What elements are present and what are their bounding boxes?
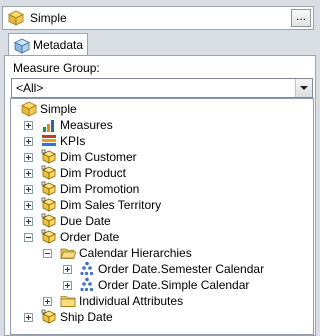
tree-node-label: Dim Customer	[60, 150, 137, 164]
metadata-tree[interactable]: Simple Measures KPIs Dim Customer Dim Pr…	[10, 98, 314, 335]
expand-icon[interactable]	[63, 265, 72, 274]
cube-name: Simple	[30, 11, 67, 25]
dimension-icon	[41, 229, 56, 244]
tree-node-dim-product[interactable]: Dim Product	[11, 165, 311, 181]
expand-icon[interactable]	[24, 169, 33, 178]
dimension-icon	[41, 149, 56, 164]
expand-icon[interactable]	[24, 313, 33, 322]
dimension-icon	[41, 197, 56, 212]
cube-icon	[21, 101, 37, 117]
dimension-icon	[41, 165, 56, 180]
tree-node-label: Ship Date	[60, 310, 113, 324]
tree-node-ship-date[interactable]: Ship Date	[11, 309, 311, 325]
dimension-icon	[41, 181, 56, 196]
metadata-cube-icon	[14, 38, 30, 54]
cube-selector[interactable]: Simple ...	[2, 6, 314, 30]
tree-node-measures[interactable]: Measures	[11, 117, 311, 133]
measure-group-value: <All>	[16, 81, 44, 95]
tree-node-order-date[interactable]: Order Date	[11, 229, 311, 245]
expand-icon[interactable]	[63, 281, 72, 290]
tree-node-label: Measures	[60, 118, 113, 132]
tree-node-dim-promotion[interactable]: Dim Promotion	[11, 181, 311, 197]
tree-node-semester-calendar[interactable]: Order Date.Semester Calendar	[11, 261, 311, 277]
expand-icon[interactable]	[43, 297, 52, 306]
measure-group-dropdown[interactable]: <All>	[11, 78, 313, 98]
chevron-down-icon[interactable]	[295, 79, 312, 97]
expand-icon[interactable]	[24, 201, 33, 210]
tab-label: Metadata	[33, 38, 84, 52]
kpi-icon	[42, 135, 56, 146]
expand-icon[interactable]	[24, 153, 33, 162]
dimension-icon	[41, 309, 56, 324]
expand-icon[interactable]	[24, 137, 33, 146]
tree-node-label: Simple	[40, 102, 77, 116]
expand-icon[interactable]	[24, 217, 33, 226]
metadata-panel: Measure Group: <All> Simple Measures KPI…	[4, 55, 316, 336]
tree-node-label: Dim Product	[60, 166, 127, 180]
tree-node-dim-sales-territory[interactable]: Dim Sales Territory	[11, 197, 311, 213]
tree-node-individual-attributes[interactable]: Individual Attributes	[11, 293, 311, 309]
tree-node-label: Order Date	[60, 230, 120, 244]
cube-icon	[8, 10, 24, 26]
folder-icon	[60, 296, 76, 307]
measures-icon	[43, 120, 54, 132]
collapse-icon[interactable]	[24, 233, 33, 242]
tree-node-dim-customer[interactable]: Dim Customer	[11, 149, 311, 165]
tree-node-simple-calendar[interactable]: Order Date.Simple Calendar	[11, 277, 311, 293]
tree-node-label: Calendar Hierarchies	[79, 246, 192, 260]
tree-node-due-date[interactable]: Due Date	[11, 213, 311, 229]
browse-cube-button[interactable]: ...	[291, 9, 311, 27]
tree-node-label: Order Date.Simple Calendar	[98, 278, 250, 292]
tree-node-simple[interactable]: Simple	[11, 101, 311, 117]
hierarchy-icon	[80, 261, 94, 276]
expand-icon[interactable]	[24, 121, 33, 130]
hierarchy-icon	[80, 277, 94, 292]
expand-icon[interactable]	[24, 185, 33, 194]
dimension-icon	[41, 213, 56, 228]
measure-group-label: Measure Group:	[13, 61, 100, 75]
tree-node-label: Individual Attributes	[79, 294, 184, 308]
tree-node-label: Order Date.Semester Calendar	[98, 262, 265, 276]
tree-node-kpis[interactable]: KPIs	[11, 133, 311, 149]
tree-node-label: Due Date	[60, 214, 111, 228]
tree-node-label: Dim Promotion	[60, 182, 140, 196]
tree-node-label: KPIs	[60, 134, 86, 148]
collapse-icon[interactable]	[43, 249, 52, 258]
tree-node-label: Dim Sales Territory	[60, 198, 162, 212]
tab-metadata[interactable]: Metadata	[8, 33, 88, 56]
tree-node-calendar-hierarchies[interactable]: Calendar Hierarchies	[11, 245, 311, 261]
folder-open-icon	[60, 248, 76, 259]
